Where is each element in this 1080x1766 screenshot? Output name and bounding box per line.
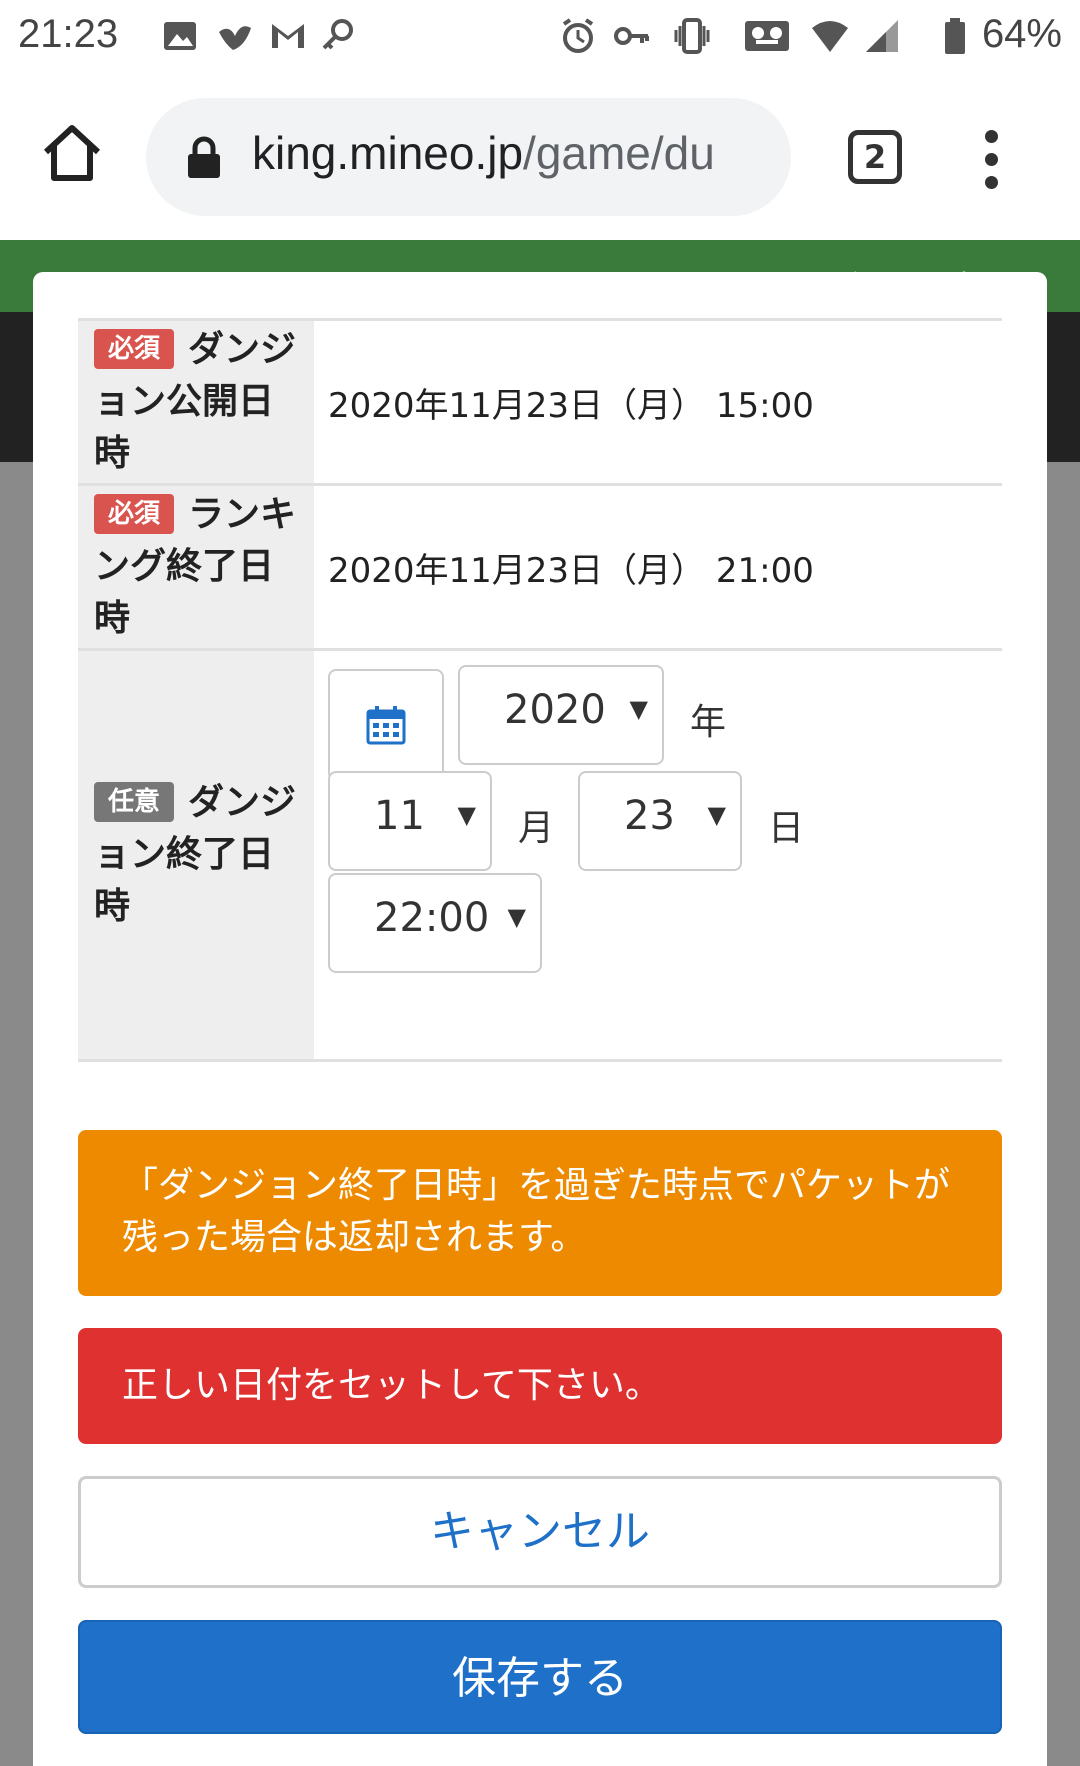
tab-switcher-button[interactable]: 2 (848, 130, 902, 184)
required-badge: 必須 (94, 329, 175, 369)
gmail-icon (272, 24, 304, 48)
voicemail-icon (745, 21, 789, 51)
dropdown-arrow-icon: ▼ (457, 801, 476, 829)
table-row: 必須 ランキング終了日時 2020年11月23日（月） 21:00 (78, 486, 1002, 651)
calendar-icon (366, 706, 406, 745)
end-datetime-picker: 2020 ▼ 年 11 ▼ 月 23 ▼ 日 22:00 ▼ (314, 651, 1002, 1059)
optional-badge: 任意 (94, 782, 175, 822)
row-label: 任意 ダンジョン終了日時 (78, 651, 314, 1059)
month-unit: 月 (518, 808, 555, 849)
home-icon[interactable] (40, 122, 104, 186)
status-time: 21:23 (18, 12, 119, 56)
dungeon-settings-modal: 必須 ダンジョン公開日時 2020年11月23日（月） 15:00 必須 ランキング… (33, 272, 1047, 1766)
key-search-icon (322, 19, 353, 50)
date-error-alert: 正しい日付をセットして下さい。 (78, 1328, 1002, 1444)
signal-icon (866, 20, 898, 52)
overflow-menu-icon[interactable] (985, 130, 999, 190)
schedule-form-table: 必須 ダンジョン公開日時 2020年11月23日（月） 15:00 必須 ランキング… (78, 318, 1002, 1062)
url-host: king.mineo.jp (252, 127, 524, 179)
dropdown-arrow-icon: ▼ (629, 695, 648, 723)
bird-icon (219, 26, 251, 50)
save-button[interactable]: 保存する (78, 1620, 1002, 1734)
packet-return-warning: 「ダンジョン終了日時」を過ぎた時点でパケットが残った場合は返却されます。 (78, 1130, 1002, 1296)
calendar-button[interactable] (328, 669, 444, 781)
month-value: 11 (374, 793, 425, 839)
browser-toolbar: king.mineo.jp/game/du 2 (0, 78, 1080, 240)
day-value: 23 (624, 793, 675, 839)
status-bar: 21:23 64% (0, 0, 1080, 78)
table-row: 任意 ダンジョン終了日時 2020 ▼ 年 11 ▼ 月 23 ▼ 日 22:0… (78, 651, 1002, 1062)
dropdown-arrow-icon: ▼ (707, 801, 726, 829)
alarm-icon (562, 18, 594, 53)
year-value: 2020 (504, 687, 606, 733)
url-path: /game/du (523, 127, 715, 179)
row-label: 必須 ダンジョン公開日時 (78, 321, 314, 483)
release-datetime-value: 2020年11月23日（月） 15:00 (328, 385, 814, 426)
required-badge: 必須 (94, 494, 175, 534)
vibrate-icon (674, 18, 710, 54)
year-select[interactable]: 2020 ▼ (458, 665, 664, 765)
battery-percent: 64% (981, 12, 1062, 56)
address-bar[interactable]: king.mineo.jp/game/du (146, 98, 791, 216)
row-label: 必須 ランキング終了日時 (78, 486, 314, 648)
battery-icon (945, 18, 965, 54)
time-value: 22:00 (374, 895, 490, 941)
year-unit: 年 (690, 702, 727, 743)
image-icon (164, 22, 196, 50)
url-text[interactable]: king.mineo.jp/game/du (252, 126, 715, 180)
day-unit: 日 (768, 808, 805, 849)
dropdown-arrow-icon: ▼ (507, 903, 526, 931)
cancel-button[interactable]: キャンセル (78, 1476, 1002, 1588)
month-select[interactable]: 11 ▼ (328, 771, 492, 871)
vpn-key-icon (614, 27, 649, 45)
lock-icon (188, 136, 220, 178)
table-row: 必須 ダンジョン公開日時 2020年11月23日（月） 15:00 (78, 321, 1002, 486)
ranking-end-datetime-value: 2020年11月23日（月） 21:00 (328, 550, 814, 591)
wifi-icon (812, 21, 848, 52)
day-select[interactable]: 23 ▼ (578, 771, 742, 871)
time-select[interactable]: 22:00 ▼ (328, 873, 542, 973)
